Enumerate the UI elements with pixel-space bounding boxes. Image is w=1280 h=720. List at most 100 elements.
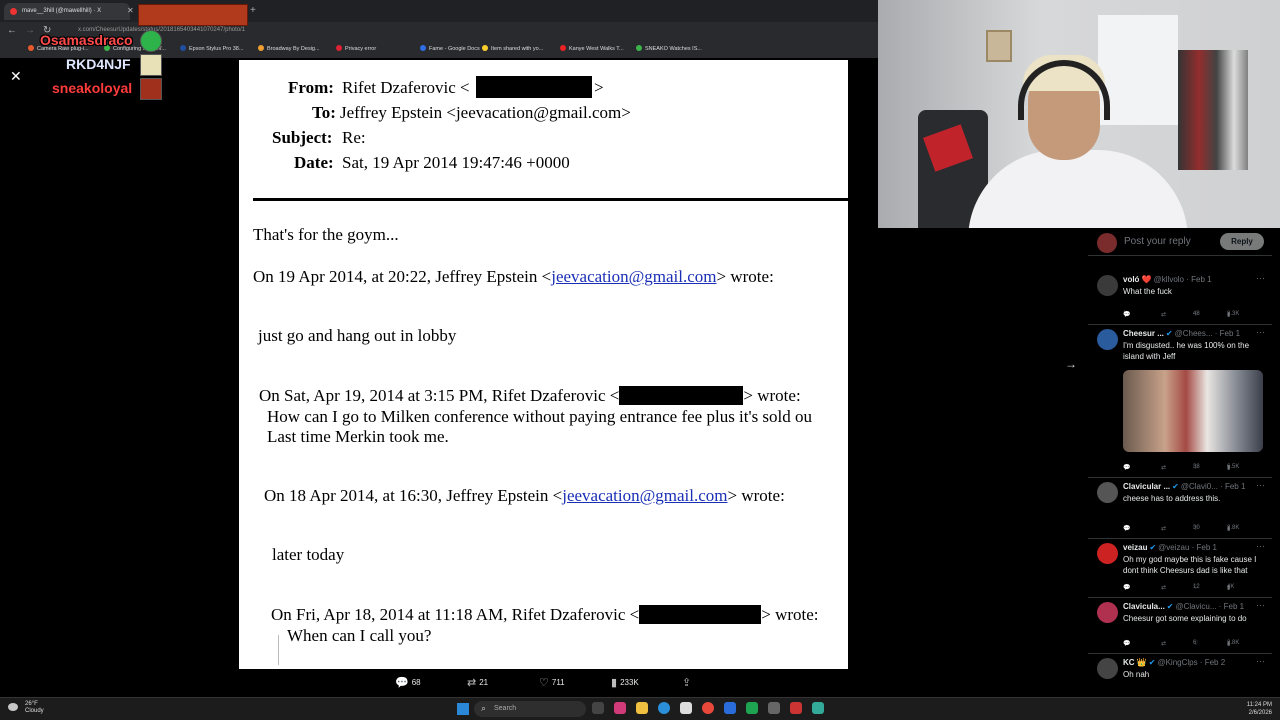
like-count-button[interactable]: ♡ 711 [539,676,565,689]
bookmark-item[interactable]: Epson Stylus Pro 38... [180,45,243,52]
new-tab-icon[interactable]: + [250,5,256,16]
avatar[interactable] [1097,658,1118,679]
avatar [1097,233,1117,253]
heart-action-button[interactable]: ♡ 38 [1193,464,1200,471]
avatar[interactable] [1097,329,1118,350]
avatar[interactable] [1097,543,1118,564]
reply-button[interactable]: Reply [1220,233,1264,250]
bar-chart-action-button[interactable]: ▮ 2.8K [1227,640,1239,647]
email-line: On Fri, Apr 18, 2014 at 11:18 AM, Rifet … [271,605,819,624]
reply-text: I'm disgusted.. he was 100% on the islan… [1123,341,1250,361]
email-line: later today [272,545,345,564]
more-options-icon[interactable]: ··· [1256,480,1265,490]
reply-item[interactable]: Cheesur ... ✔ @Chees... · Feb 1 ··· I'm disg… [1088,325,1272,478]
share-button[interactable]: ⇪ [682,676,694,689]
close-icon[interactable]: ✕ [10,68,22,85]
email-line: just go and hang out in lobby [258,326,457,345]
chrome-icon[interactable] [702,702,714,714]
bookmark-item[interactable]: Broadway By Desig... [258,45,320,52]
reply-author-name[interactable]: Cheesur ... [1123,329,1164,338]
header-divider [253,198,848,201]
reply-actions: 💬 ⇄ ♡ 38 ▮ 6.5K [1123,464,1263,474]
reply-icon: 💬 [1123,585,1131,591]
avatar[interactable] [1097,275,1118,296]
file-explorer-icon[interactable] [636,702,648,714]
bookmark-item[interactable]: SNEAKO Watches IS... [636,45,702,52]
reply-item[interactable]: veizau ✔ @veizau · Feb 1 ··· Oh my god maybe… [1088,539,1272,598]
system-clock[interactable]: 11:24 PM 2/6/2026 [1238,701,1272,717]
email-line: On 18 Apr 2014, at 16:30, Jeffrey Epstei… [264,486,785,505]
reply-actions: 💬 ⇄ ♡ 12 ▮ 4K [1123,584,1263,594]
reply-attached-image[interactable] [1123,370,1263,452]
verified-badge-icon: ✔ [1148,658,1156,667]
app-icon[interactable] [768,702,780,714]
reply-author-name[interactable]: veizau [1123,543,1147,552]
repost-icon: ⇄ [1161,312,1167,318]
reply-author-name[interactable]: Clavicula... [1123,602,1165,611]
heart-action-button[interactable]: ♡ 30 [1193,525,1200,532]
forward-icon[interactable]: → [25,25,35,36]
reply-item[interactable]: KC 👑✔@KingClps · Feb 2···Oh nah💬 ⇄ ♡ 4▮ … [1088,654,1272,688]
reply-author-name[interactable]: KC 👑 [1123,658,1147,667]
views-count-button[interactable]: ▮ 233K [611,676,639,689]
reply-item[interactable]: voló ❤️ @kllvolo · Feb 1 ··· What the fuck 💬… [1088,271,1272,325]
taskbar-search[interactable]: ⌕ Search [474,701,586,717]
more-options-icon[interactable]: ··· [1256,273,1265,283]
reply-author-name[interactable]: voló ❤️ [1123,275,1152,284]
reply-icon: 💬 [1123,526,1131,532]
reply-item[interactable]: Clavicula... ✔ @Clavicu... · Feb 1 ··· Chees… [1088,598,1272,654]
email-link[interactable]: jeevacation@gmail.com [551,267,716,286]
from-label: From: [288,78,334,97]
tab-close-icon[interactable]: ✕ [127,6,134,15]
bookmark-item[interactable]: Kanye West Walks T... [560,45,624,52]
reply-actions: 💬 ⇄ ♡ 30 ▮ 2.8K [1123,525,1263,535]
more-options-icon[interactable]: ··· [1256,541,1265,551]
overlay-chatter-name: sneakoloyal [52,80,133,96]
arrow-right-icon[interactable]: → [1065,357,1077,371]
wall-picture [986,30,1012,62]
xbox-icon[interactable] [746,702,758,714]
heart-action-button[interactable]: ♡ 6 [1193,640,1198,647]
bookmark-item[interactable]: Fame - Google Docs [420,45,480,52]
avatar[interactable] [1097,482,1118,503]
copilot-icon[interactable] [614,702,626,714]
repost-count-button[interactable]: ⇄ 21 [467,676,488,689]
redaction-bar [619,386,744,405]
reply-count-button[interactable]: 💬 68 [395,676,421,689]
reply-icon: 💬 [1123,641,1131,647]
app-icon[interactable] [724,702,736,714]
edge-icon[interactable] [658,702,670,714]
more-options-icon[interactable]: ··· [1256,656,1265,666]
webcam-feed [878,0,1280,228]
reply-text: Oh my god maybe this is fake cause I don… [1123,555,1257,575]
reply-text: Oh nah [1123,670,1150,679]
verified-badge-icon: ✔ [1149,543,1157,552]
email-link[interactable]: jeevacation@gmail.com [562,486,727,505]
bar-chart-action-button[interactable]: ▮ 4K [1227,584,1234,591]
heart-action-button[interactable]: ♡ 48 [1193,311,1200,318]
back-icon[interactable]: ← [7,25,17,36]
more-options-icon[interactable]: ··· [1256,327,1265,337]
bar-chart-action-button[interactable]: ▮ 6.5K [1227,464,1239,471]
reply-item[interactable]: Clavicular ... ✔ @Clavi0... · Feb 1 ··· chee… [1088,478,1272,539]
task-view-icon[interactable] [592,702,604,714]
reply-action-button[interactable]: 💬 1 [1123,311,1130,318]
bar-chart-action-button[interactable]: ▮ 2.8K [1227,525,1239,532]
app-icon[interactable] [790,702,802,714]
bar-chart-action-button[interactable]: ▮ 3.3K [1227,311,1239,318]
browser-tab[interactable]: mave__3hill (@mawellhill) · X [4,3,130,20]
more-options-icon[interactable]: ··· [1256,600,1265,610]
email-line: When can I call you? [287,626,432,645]
reply-author-name[interactable]: Clavicular ... [1123,482,1170,491]
bookmark-item[interactable]: Privacy error [336,45,376,52]
windows-start-icon[interactable] [457,703,469,715]
reply-input[interactable]: Post your reply [1124,236,1191,247]
bookmark-item[interactable]: Item shared with yo... [482,45,543,52]
overlay-chatter-name: RKD4NJF [66,56,131,72]
avatar[interactable] [1097,602,1118,623]
app-icon[interactable] [812,702,824,714]
heart-action-button[interactable]: ♡ 12 [1193,584,1200,591]
heart-icon: ♡ [1193,312,1199,318]
store-icon[interactable] [680,702,692,714]
reply-header: KC 👑 ✔ @KingClps · Feb 2 [1123,658,1225,667]
